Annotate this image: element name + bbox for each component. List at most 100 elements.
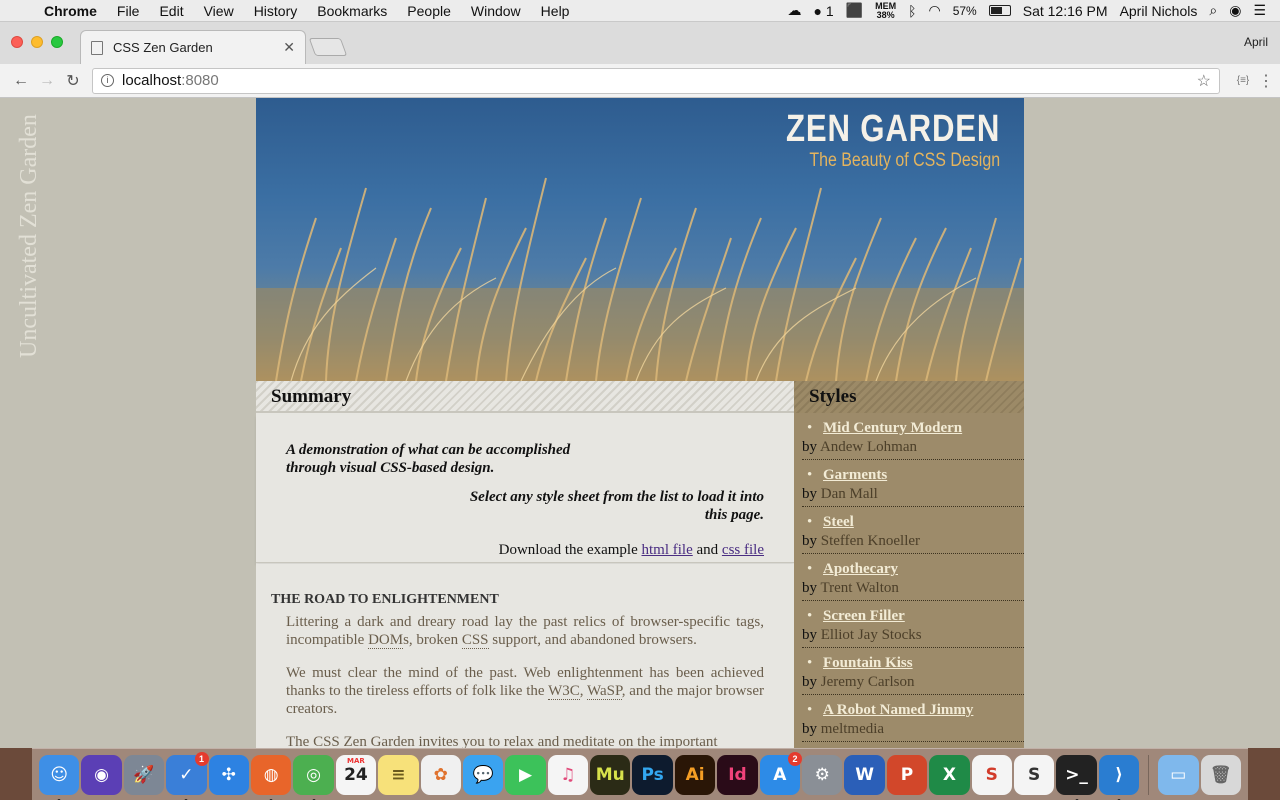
facetime-icon[interactable]: ▶ bbox=[505, 754, 546, 795]
system-preferences-icon[interactable]: ⚙ bbox=[802, 754, 843, 795]
excel-icon[interactable]: X bbox=[929, 754, 970, 795]
menu-bookmarks[interactable]: Bookmarks bbox=[307, 3, 397, 19]
spotlight-search-icon[interactable]: ⌕ bbox=[1209, 2, 1217, 19]
profile-button[interactable]: April bbox=[1244, 35, 1268, 49]
battery-icon[interactable] bbox=[988, 5, 1011, 16]
bluetooth-icon[interactable]: ᛒ bbox=[908, 3, 916, 19]
style-author-link[interactable]: Jeremy Carlson bbox=[821, 674, 915, 690]
battery-percent[interactable]: 57% bbox=[953, 4, 977, 18]
minimize-window-button[interactable] bbox=[31, 36, 43, 48]
style-link[interactable]: A Robot Named Jimmy bbox=[823, 702, 973, 719]
vscode-icon[interactable]: ⟩ bbox=[1098, 754, 1140, 800]
creative-cloud-icon[interactable]: ☁ bbox=[787, 2, 801, 19]
address-bar[interactable]: i localhost:8080 ☆ bbox=[92, 67, 1220, 94]
tab-css-zen-garden[interactable]: CSS Zen Garden ✕ bbox=[80, 30, 306, 64]
messages-icon[interactable]: 💬 bbox=[462, 754, 504, 795]
style-link[interactable]: Mid Century Modern bbox=[823, 420, 962, 437]
sublime-icon[interactable]: S bbox=[1013, 754, 1055, 795]
launchpad-icon[interactable]: 🚀 bbox=[123, 754, 165, 795]
notification-center-icon[interactable]: ☰ bbox=[1253, 2, 1266, 19]
close-tab-icon[interactable]: ✕ bbox=[283, 39, 295, 56]
style-author-link[interactable]: Elliot Jay Stocks bbox=[821, 627, 922, 643]
memory-monitor[interactable]: MEM 38% bbox=[875, 1, 896, 20]
menu-file[interactable]: File bbox=[107, 3, 150, 19]
style-author-link[interactable]: Dan Mall bbox=[821, 486, 878, 502]
bookmark-star-icon[interactable]: ☆ bbox=[1197, 71, 1211, 91]
by-label: by bbox=[802, 439, 820, 455]
style-author-link[interactable]: Trent Walton bbox=[820, 580, 898, 596]
menu-window[interactable]: Window bbox=[461, 3, 531, 19]
powerpoint-icon[interactable]: P bbox=[886, 754, 928, 795]
menu-help[interactable]: Help bbox=[531, 3, 580, 19]
style-author-link[interactable]: meltmedia bbox=[821, 721, 884, 737]
style-author-link[interactable]: Steffen Knoeller bbox=[821, 533, 920, 549]
dock-icon-glyph: ⚙ bbox=[814, 764, 830, 785]
siri-icon[interactable]: ◉ bbox=[81, 754, 122, 795]
style-byline: by meltmedia bbox=[802, 721, 884, 738]
style-link[interactable]: Screen Filler bbox=[823, 608, 905, 625]
photoshop-icon[interactable]: Ps bbox=[632, 754, 673, 795]
style-link[interactable]: Apothecary bbox=[823, 561, 898, 578]
download-and: and bbox=[692, 542, 722, 558]
page-viewport[interactable]: Uncultivated Zen Garden ZEN GARDEN The B… bbox=[0, 98, 1280, 748]
bullet-icon: • bbox=[807, 702, 813, 718]
extension-button[interactable]: {≡} bbox=[1228, 75, 1258, 86]
photos-icon[interactable]: ✿ bbox=[420, 754, 461, 795]
scrivener-icon[interactable]: S bbox=[971, 754, 1012, 795]
style-link[interactable]: Garments bbox=[823, 467, 887, 484]
firefox-icon[interactable]: ◍ bbox=[250, 754, 292, 800]
dock-icon-glyph: Ps bbox=[641, 764, 664, 785]
terminal-icon[interactable]: >_ bbox=[1056, 754, 1097, 800]
menu-history[interactable]: History bbox=[244, 3, 308, 19]
style-link[interactable]: Fountain Kiss bbox=[823, 655, 913, 672]
html-file-link[interactable]: html file bbox=[642, 542, 693, 558]
calendar-icon[interactable]: MAR 24 bbox=[335, 754, 377, 795]
menu-app-name[interactable]: Chrome bbox=[40, 3, 107, 19]
clock[interactable]: Sat 12:16 PM bbox=[1023, 3, 1108, 19]
trash-icon[interactable]: 🗑 bbox=[1200, 754, 1241, 795]
site-info-icon[interactable]: i bbox=[101, 74, 114, 87]
dock-icon-glyph: ▶ bbox=[518, 764, 533, 785]
user-name[interactable]: April Nichols bbox=[1120, 3, 1198, 19]
hero-subtitle: The Beauty of CSS Design bbox=[809, 150, 1000, 171]
summary-instructions: Select any style sheet from the list to … bbox=[469, 489, 764, 523]
forward-button[interactable]: → bbox=[34, 72, 60, 90]
word-icon[interactable]: W bbox=[844, 754, 885, 795]
download-prefix: Download the example bbox=[498, 542, 642, 558]
bullet-icon: • bbox=[807, 655, 813, 671]
itunes-icon[interactable]: ♫ bbox=[547, 754, 589, 795]
siri-menubar-icon[interactable]: ◉ bbox=[1229, 2, 1241, 19]
antivirus-icon[interactable]: ⬛ bbox=[846, 2, 863, 19]
style-link[interactable]: Steel bbox=[823, 514, 854, 531]
app-store-icon[interactable]: A2 bbox=[759, 751, 803, 795]
menu-edit[interactable]: Edit bbox=[149, 3, 193, 19]
back-button[interactable]: ← bbox=[8, 72, 34, 90]
chrome-icon[interactable]: ◎ bbox=[293, 754, 334, 800]
new-tab-button[interactable] bbox=[308, 38, 348, 56]
notes-icon[interactable]: ≡ bbox=[378, 754, 419, 795]
notification-icon[interactable]: ● 1 bbox=[813, 3, 833, 19]
road-p2-sep: , bbox=[579, 683, 588, 699]
bullet-icon: • bbox=[807, 467, 813, 483]
browser-window: CSS Zen Garden ✕ April ← → ↻ i localhost… bbox=[0, 22, 1280, 748]
clock-icon[interactable]: ✓ 1 bbox=[166, 751, 209, 800]
by-label: by bbox=[802, 674, 821, 690]
folder-icon[interactable]: ▭ bbox=[1158, 754, 1199, 795]
finder-icon[interactable]: ☺ bbox=[39, 754, 80, 800]
css-file-link[interactable]: css file bbox=[722, 542, 764, 558]
menu-view[interactable]: View bbox=[194, 3, 244, 19]
close-window-button[interactable] bbox=[11, 36, 23, 48]
style-author-link[interactable]: Andew Lohman bbox=[820, 439, 917, 455]
muse-icon[interactable]: Mu bbox=[590, 754, 631, 795]
menu-people[interactable]: People bbox=[397, 3, 461, 19]
fullscreen-window-button[interactable] bbox=[51, 36, 63, 48]
wifi-icon[interactable]: ◠ bbox=[928, 2, 940, 19]
safari-icon[interactable]: ✣ bbox=[208, 754, 249, 795]
road-heading: THE ROAD TO ENLIGHTENMENT bbox=[271, 592, 499, 607]
reload-button[interactable]: ↻ bbox=[60, 71, 86, 91]
indesign-icon[interactable]: Id bbox=[717, 754, 758, 795]
illustrator-icon[interactable]: Ai bbox=[674, 754, 716, 795]
chrome-menu-icon[interactable]: ⋮ bbox=[1258, 71, 1274, 91]
style-byline: by Andew Lohman bbox=[802, 439, 917, 456]
summary-intro: A demonstration of what can be accomplis… bbox=[286, 442, 571, 476]
